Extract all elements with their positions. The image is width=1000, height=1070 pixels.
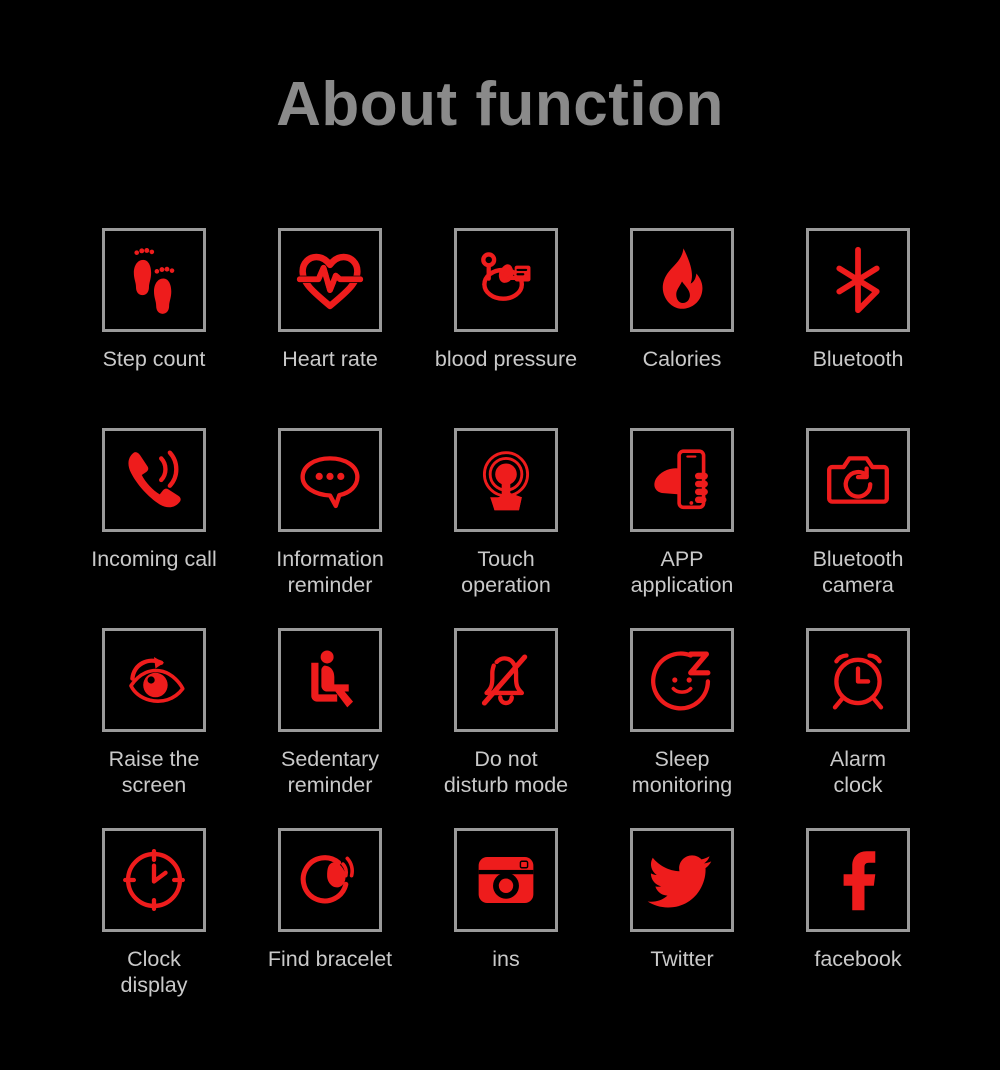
hand-holding-phone-icon xyxy=(654,449,708,510)
function-label: Sedentary reminder xyxy=(280,747,379,797)
function-tile[interactable] xyxy=(102,428,206,532)
function-item-calories[interactable]: Calories xyxy=(594,228,770,428)
instagram-icon xyxy=(478,856,534,904)
function-label: Sleep monitoring xyxy=(631,747,733,797)
function-item-incoming-call[interactable]: Incoming call xyxy=(66,428,242,628)
function-tile[interactable] xyxy=(278,428,382,532)
about-function-page: About function Step count Heart rate blo… xyxy=(0,0,1000,1070)
seated-person-icon xyxy=(311,650,354,708)
function-item-blood-pressure[interactable]: blood pressure xyxy=(418,228,594,428)
function-tile[interactable] xyxy=(454,628,558,732)
function-item-alarm-clock[interactable]: Alarm clock xyxy=(770,628,946,828)
bell-muted-icon xyxy=(481,654,528,706)
function-tile[interactable] xyxy=(102,228,206,332)
function-tile[interactable] xyxy=(630,828,734,932)
function-item-step-count[interactable]: Step count xyxy=(66,228,242,428)
function-label: Do not disturb mode xyxy=(443,747,569,797)
function-tile[interactable] xyxy=(630,228,734,332)
facebook-f-icon xyxy=(843,851,876,911)
function-tile[interactable] xyxy=(278,628,382,732)
function-label: APP application xyxy=(630,547,734,597)
function-tile[interactable] xyxy=(630,428,734,532)
phone-ringing-icon xyxy=(128,450,181,508)
blood-pressure-monitor-icon xyxy=(481,252,531,301)
function-item-sedentary-reminder[interactable]: Sedentary reminder xyxy=(242,628,418,828)
function-item-bluetooth[interactable]: Bluetooth xyxy=(770,228,946,428)
function-tile[interactable] xyxy=(102,828,206,932)
function-label: Step count xyxy=(102,347,206,371)
function-item-raise-the-screen[interactable]: Raise the screen xyxy=(66,628,242,828)
camera-icon xyxy=(827,456,889,504)
function-label: Heart rate xyxy=(282,347,378,371)
function-item-clock-display[interactable]: Clock display xyxy=(66,828,242,1028)
function-tile[interactable] xyxy=(806,828,910,932)
function-label: Calories xyxy=(642,347,722,371)
function-label: Touch operation xyxy=(461,547,551,597)
function-item-find-bracelet[interactable]: Find bracelet xyxy=(242,828,418,1028)
function-item-touch-operation[interactable]: Touch operation xyxy=(418,428,594,628)
flame-icon xyxy=(662,248,703,309)
function-label: Clock display xyxy=(120,947,188,997)
alarm-clock-icon xyxy=(832,653,884,710)
function-tile[interactable] xyxy=(806,428,910,532)
function-tile[interactable] xyxy=(278,828,382,932)
function-item-sleep-monitoring[interactable]: Sleep monitoring xyxy=(594,628,770,828)
function-label: Information reminder xyxy=(276,547,384,597)
function-item-do-not-disturb[interactable]: Do not disturb mode xyxy=(418,628,594,828)
function-item-bluetooth-camera[interactable]: Bluetooth camera xyxy=(770,428,946,628)
function-label: Incoming call xyxy=(91,547,217,571)
function-tile[interactable] xyxy=(102,628,206,732)
function-label: Find bracelet xyxy=(267,947,393,971)
page-title: About function xyxy=(276,70,724,139)
function-grid: Step count Heart rate blood pressure Cal… xyxy=(66,228,946,1028)
function-label: facebook xyxy=(814,947,902,971)
twitter-bird-icon xyxy=(647,855,712,908)
function-label: Bluetooth xyxy=(812,347,904,371)
function-label: blood pressure xyxy=(434,347,578,371)
function-tile[interactable] xyxy=(454,828,558,932)
function-label: Twitter xyxy=(650,947,714,971)
function-item-heart-rate[interactable]: Heart rate xyxy=(242,228,418,428)
footprints-icon xyxy=(133,248,175,314)
function-tile[interactable] xyxy=(454,428,558,532)
function-tile[interactable] xyxy=(806,628,910,732)
sleeping-face-z-icon xyxy=(651,651,711,711)
function-item-twitter[interactable]: Twitter xyxy=(594,828,770,1028)
function-tile[interactable] xyxy=(278,228,382,332)
function-item-facebook[interactable]: facebook xyxy=(770,828,946,1028)
clock-face-icon xyxy=(123,849,185,911)
bluetooth-icon xyxy=(836,246,880,314)
function-tile[interactable] xyxy=(806,228,910,332)
function-item-information-reminder[interactable]: Information reminder xyxy=(242,428,418,628)
function-tile[interactable] xyxy=(454,228,558,332)
speech-bubble-dots-icon xyxy=(300,456,360,509)
function-item-app-application[interactable]: APP application xyxy=(594,428,770,628)
function-item-ins[interactable]: ins xyxy=(418,828,594,1028)
eye-rotate-icon xyxy=(129,656,185,703)
touch-ripple-icon xyxy=(482,451,530,511)
function-label: ins xyxy=(492,947,520,971)
heart-pulse-icon xyxy=(296,253,364,310)
bracelet-vibrate-icon xyxy=(300,855,354,904)
function-tile[interactable] xyxy=(630,628,734,732)
function-label: Raise the screen xyxy=(108,747,200,797)
function-label: Alarm clock xyxy=(829,747,887,797)
function-label: Bluetooth camera xyxy=(812,547,904,597)
